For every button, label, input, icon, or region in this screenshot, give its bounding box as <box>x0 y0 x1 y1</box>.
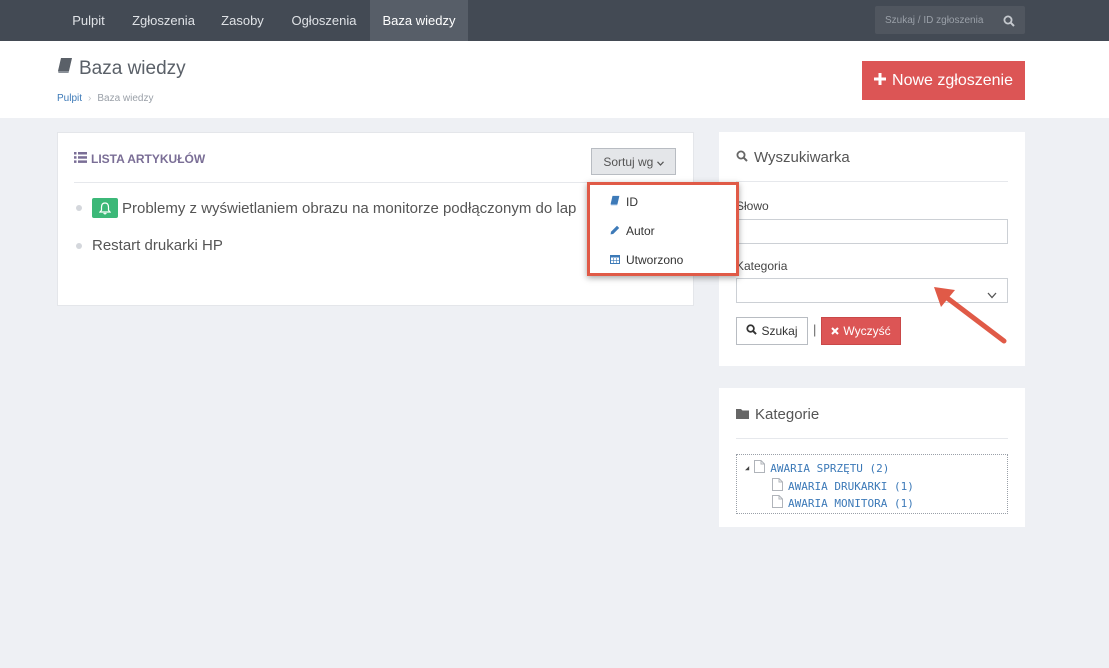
nav-item-pulpit[interactable]: Pulpit <box>57 0 120 41</box>
tree-node-label[interactable]: AWARIA MONITORA (1) <box>788 497 914 510</box>
search-icon <box>746 324 758 338</box>
search-panel-title-text: Wyszukiwarka <box>754 149 850 166</box>
categories-divider <box>736 438 1008 439</box>
sort-option-label: ID <box>626 195 638 209</box>
plus-icon <box>874 72 887 90</box>
chevron-down-icon <box>656 155 664 169</box>
breadcrumb-separator: › <box>88 93 92 104</box>
sort-dropdown-button[interactable]: Sortuj wg <box>591 148 676 175</box>
breadcrumb-current: Baza wiedzy <box>97 93 154 104</box>
categories-panel-title: Kategorie <box>736 406 819 423</box>
new-ticket-button[interactable]: Nowe zgłoszenie <box>862 61 1025 100</box>
article-link[interactable]: Restart drukarki HP <box>92 237 223 254</box>
book-icon <box>610 195 620 209</box>
clear-button-label: Wyczyść <box>843 324 891 338</box>
list-item[interactable]: Problemy z wyświetlaniem obrazu na monit… <box>76 198 576 218</box>
tree-node-label[interactable]: AWARIA DRUKARKI (1) <box>788 480 914 493</box>
search-icon[interactable] <box>1003 14 1015 32</box>
book-icon <box>57 57 73 80</box>
nav-item-zgloszenia[interactable]: Zgłoszenia <box>120 0 207 41</box>
search-button[interactable]: Szukaj <box>736 317 808 345</box>
sort-option-author[interactable]: Autor <box>610 224 655 238</box>
word-input[interactable] <box>736 219 1008 244</box>
list-bullet <box>76 205 82 211</box>
categories-title-text: Kategorie <box>755 406 820 423</box>
nav-search-input[interactable] <box>875 6 1003 34</box>
articles-title-text: LISTA ARTYKUŁÓW <box>91 152 206 166</box>
search-icon <box>736 149 748 166</box>
close-icon <box>831 324 840 338</box>
tree-node-hardware[interactable]: ◢ AWARIA SPRZĘTU (2) <box>745 460 889 476</box>
pencil-icon <box>610 224 620 238</box>
folder-icon <box>736 406 749 423</box>
search-panel-title: Wyszukiwarka <box>736 149 850 166</box>
word-label: Słowo <box>736 199 769 213</box>
sort-option-id[interactable]: ID <box>610 195 638 209</box>
button-separator: | <box>813 322 817 337</box>
category-label: Kategoria <box>736 259 788 273</box>
sort-dropdown-menu: ID Autor Utworzono <box>587 182 739 276</box>
tree-node-monitor[interactable]: AWARIA MONITORA (1) <box>772 495 914 511</box>
list-item[interactable]: Restart drukarki HP <box>76 237 223 254</box>
clear-button[interactable]: Wyczyść <box>821 317 901 345</box>
nav-item-zasoby[interactable]: Zasoby <box>207 0 278 41</box>
calendar-icon <box>610 253 620 267</box>
annotation-arrow-icon <box>934 287 1007 344</box>
breadcrumb-pulpit[interactable]: Pulpit <box>57 93 82 104</box>
article-link[interactable]: Problemy z wyświetlaniem obrazu na monit… <box>122 200 576 217</box>
file-icon <box>754 460 766 476</box>
top-navbar: Pulpit Zgłoszenia Zasoby Ogłoszenia Baza… <box>0 0 1109 41</box>
nav-item-baza-wiedzy[interactable]: Baza wiedzy <box>370 0 468 41</box>
search-button-label: Szukaj <box>761 324 798 338</box>
page-title-text: Baza wiedzy <box>79 57 186 79</box>
breadcrumb: Pulpit › Baza wiedzy <box>57 93 154 104</box>
sort-option-label: Utworzono <box>626 253 684 267</box>
file-icon <box>772 478 783 494</box>
new-ticket-label: Nowe zgłoszenie <box>892 71 1013 89</box>
nav-item-ogloszenia[interactable]: Ogłoszenia <box>278 0 370 41</box>
tree-node-label[interactable]: AWARIA SPRZĘTU (2) <box>770 462 889 475</box>
page-title: Baza wiedzy <box>57 57 186 80</box>
sort-button-label: Sortuj wg <box>603 154 654 169</box>
sort-option-label: Autor <box>626 224 655 238</box>
file-icon <box>772 495 783 511</box>
list-icon <box>74 152 87 166</box>
nav-search <box>875 6 1025 34</box>
bell-icon <box>92 198 118 218</box>
sort-option-created[interactable]: Utworzono <box>610 253 683 267</box>
tree-toggle-icon[interactable]: ◢ <box>745 464 749 472</box>
articles-panel-title: LISTA ARTYKUŁÓW <box>74 152 205 166</box>
list-bullet <box>76 242 82 249</box>
tree-node-printer[interactable]: AWARIA DRUKARKI (1) <box>772 478 914 494</box>
search-divider <box>736 181 1008 182</box>
